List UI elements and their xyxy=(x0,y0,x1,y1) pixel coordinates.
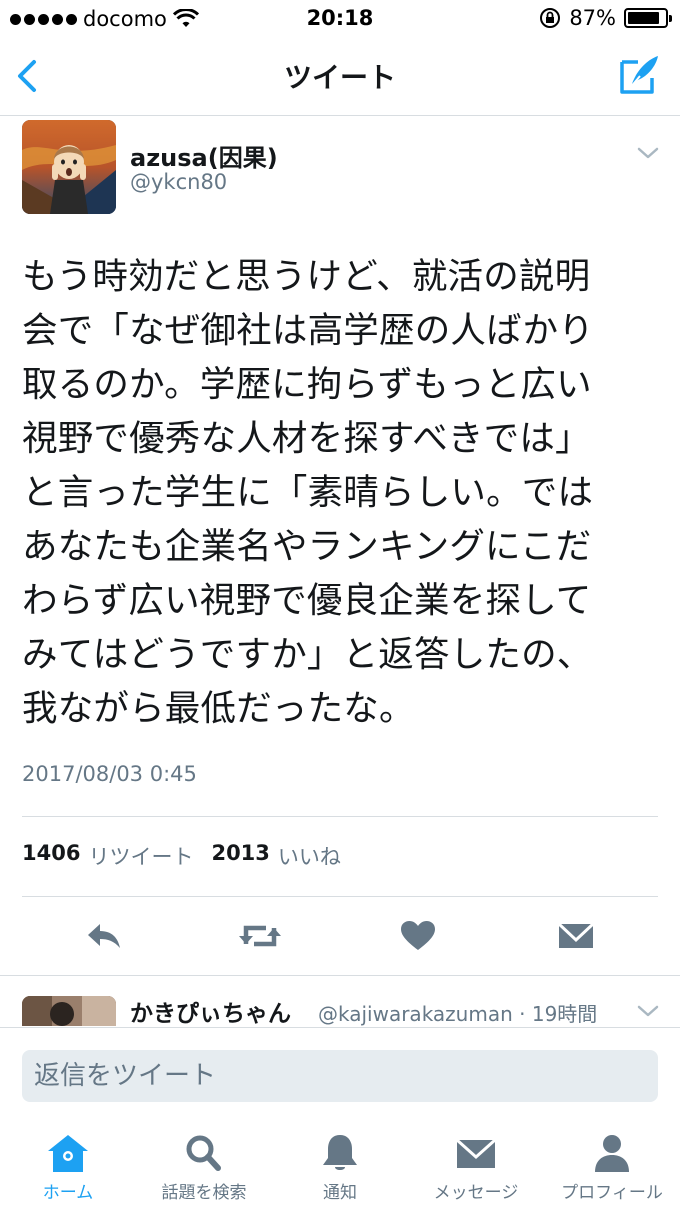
avatar-image xyxy=(22,120,116,214)
reply-author-avatar[interactable] xyxy=(22,996,116,1026)
chevron-down-icon xyxy=(637,147,659,159)
retweet-count-link[interactable]: 1406 リツイート xyxy=(22,841,193,871)
tweet-text-line: もう時効だと思うけど、就活の説明 xyxy=(22,256,591,297)
tweet-text-line: わらず広い視野で優良企業を探して xyxy=(22,580,592,621)
reply-author-meta: @kajiwarakazuman · 19時間 xyxy=(318,1002,598,1026)
reply-input[interactable] xyxy=(22,1050,658,1102)
tab-profile[interactable]: プロフィール xyxy=(544,1132,680,1203)
bell-icon xyxy=(323,1135,357,1170)
tab-label: 話題を検索 xyxy=(161,1183,247,1203)
tweet-text-line: 会で「なぜ御社は高学歴の人ばかり xyxy=(22,310,594,351)
page-title: ツイート xyxy=(283,61,396,94)
like-count: 2013 xyxy=(211,841,270,865)
like-count-label: いいね xyxy=(277,845,341,869)
tweet-text-line: 視野で優秀な人材を探すべきでは」 xyxy=(22,418,591,459)
divider xyxy=(22,816,658,817)
tab-label: プロフィール xyxy=(561,1183,663,1203)
reply-options-button[interactable] xyxy=(636,1002,660,1020)
tweet-text: もう時効だと思うけど、就活の説明 会で「なぜ御社は高学歴の人ばかり 取るのか。学… xyxy=(22,250,662,736)
reply-icon xyxy=(88,924,120,948)
battery-icon xyxy=(624,8,672,28)
like-button[interactable] xyxy=(398,916,442,956)
tweet-stats: 1406 リツイート 2013 いいね xyxy=(22,841,351,871)
nav-bar: ツイート xyxy=(0,38,680,116)
retweet-icon xyxy=(239,925,281,947)
divider xyxy=(22,896,658,897)
retweet-button[interactable] xyxy=(238,916,282,956)
tab-label: 通知 xyxy=(323,1183,357,1203)
battery-percent: 87% xyxy=(569,6,616,30)
retweet-count: 1406 xyxy=(22,841,81,865)
author-display-name[interactable]: azusa(因果) xyxy=(130,138,278,173)
compose-tweet-icon xyxy=(620,56,658,94)
compose-button[interactable] xyxy=(618,52,662,96)
person-icon xyxy=(595,1135,629,1172)
tab-messages[interactable]: メッセージ xyxy=(408,1132,544,1203)
tab-label: メッセージ xyxy=(433,1183,519,1203)
avatar-image xyxy=(22,996,116,1026)
chevron-down-icon xyxy=(637,1005,659,1017)
orientation-lock-icon xyxy=(540,8,561,28)
reply-author-name[interactable]: かきぴぃちゃん xyxy=(130,994,291,1028)
reply-composer xyxy=(0,1027,680,1122)
author-avatar[interactable] xyxy=(22,120,116,214)
search-icon xyxy=(186,1135,221,1171)
status-bar: docomo 20:18 87% xyxy=(0,0,680,38)
direct-message-button[interactable] xyxy=(556,916,600,956)
home-icon xyxy=(48,1135,88,1172)
author-handle[interactable]: @ykcn80 xyxy=(130,170,227,194)
tweet-text-line: みてはどうですか」と返答したの、 xyxy=(22,634,593,675)
like-count-link[interactable]: 2013 いいね xyxy=(211,841,340,871)
tab-notifications[interactable]: 通知 xyxy=(272,1132,408,1203)
tweet-text-line: 我ながら最低だったな。 xyxy=(22,688,415,729)
heart-icon xyxy=(401,921,435,950)
tab-search[interactable]: 話題を検索 xyxy=(136,1132,272,1203)
tab-label: ホーム xyxy=(42,1183,94,1203)
divider xyxy=(0,975,680,976)
reply-button[interactable] xyxy=(84,916,128,956)
tweet-actions xyxy=(0,900,680,974)
tweet-text-line: あなたも企業名やランキングにこだ xyxy=(22,526,592,567)
retweet-count-label: リツイート xyxy=(88,845,194,869)
tab-home[interactable]: ホーム xyxy=(0,1132,136,1203)
tab-bar: ホーム 話題を検索 通知 メッセージ プロフィール xyxy=(0,1122,680,1209)
envelope-icon xyxy=(455,1138,497,1168)
tweet-timestamp: 2017/08/03 0:45 xyxy=(22,762,197,786)
tweet-text-line: 取るのか。学歴に拘らずもっと広い xyxy=(22,364,592,405)
tweet-text-line: と言った学生に「素晴らしい。では xyxy=(22,472,594,513)
battery-area: 87% xyxy=(539,6,672,30)
envelope-icon xyxy=(557,922,595,948)
tweet-options-button[interactable] xyxy=(636,144,660,162)
